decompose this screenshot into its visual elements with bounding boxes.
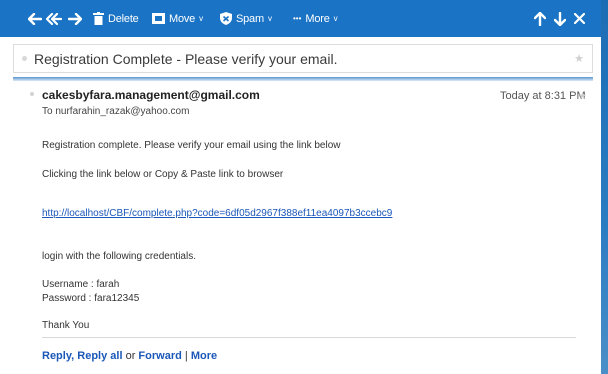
unread-indicator-icon (22, 56, 27, 61)
chevron-down-icon: v (199, 14, 204, 23)
verification-link[interactable]: http://localhost/CBF/complete.php?code=6… (42, 208, 392, 219)
spam-button[interactable]: Spam v (220, 0, 272, 37)
reply-actions: Reply, Reply all or Forward | More (42, 350, 218, 362)
up-arrow-icon (534, 11, 546, 26)
forward-arrow-icon (68, 12, 82, 25)
down-arrow-icon (554, 11, 566, 26)
back-button[interactable] (28, 0, 42, 37)
reply-all-link[interactable]: Reply all (77, 350, 122, 362)
separator: | (184, 350, 188, 362)
shield-icon (220, 12, 232, 25)
more-button[interactable]: ••• More v (293, 0, 338, 37)
toolbar: Delete Move v Spam v ••• More v (0, 0, 601, 37)
subject-title: Registration Complete - Please verify yo… (34, 50, 338, 67)
star-icon[interactable]: ★ (574, 52, 584, 65)
close-button[interactable] (574, 0, 585, 37)
window-edge (601, 0, 608, 374)
header-divider (13, 77, 593, 81)
back-all-button[interactable] (46, 0, 62, 37)
body-username: Username : farah (42, 279, 120, 290)
flag-icon[interactable]: ★ (578, 91, 587, 102)
delete-button[interactable]: Delete (93, 0, 139, 37)
close-icon (574, 13, 585, 24)
message-timestamp: Today at 8:31 PM (500, 90, 586, 102)
or-text: or (125, 350, 136, 362)
body-instruction: Clicking the link below or Copy & Paste … (42, 169, 284, 180)
forward-link[interactable]: Forward (138, 350, 181, 362)
more-label: More (305, 12, 330, 25)
chevron-down-icon: v (333, 14, 338, 23)
body-thanks: Thank You (42, 320, 90, 331)
sender-address[interactable]: cakesbyfara.management@gmail.com (42, 88, 260, 102)
body-intro: Registration complete. Please verify you… (42, 140, 341, 151)
move-button[interactable]: Move v (152, 0, 203, 37)
status-dot-icon (30, 92, 34, 96)
move-label: Move (169, 12, 196, 25)
back-arrow-icon (28, 12, 42, 25)
recipient-line: To nurfarahin_razak@yahoo.com (42, 106, 190, 117)
delete-label: Delete (108, 12, 139, 25)
trash-icon (93, 12, 104, 25)
folder-icon (152, 13, 165, 24)
next-message-button[interactable] (554, 0, 566, 37)
reply-link[interactable]: Reply (42, 350, 71, 362)
double-back-arrow-icon (46, 12, 62, 25)
body-divider (42, 337, 576, 338)
spam-label: Spam (236, 12, 264, 25)
chevron-down-icon: v (267, 14, 272, 23)
body-password: Password : fara12345 (42, 293, 140, 304)
body-credentials-intro: login with the following credentials. (42, 251, 196, 262)
subject-bar: Registration Complete - Please verify yo… (13, 44, 593, 73)
previous-message-button[interactable] (534, 0, 546, 37)
more-dots-icon: ••• (293, 14, 302, 23)
forward-button[interactable] (68, 0, 82, 37)
more-link[interactable]: More (191, 350, 217, 362)
